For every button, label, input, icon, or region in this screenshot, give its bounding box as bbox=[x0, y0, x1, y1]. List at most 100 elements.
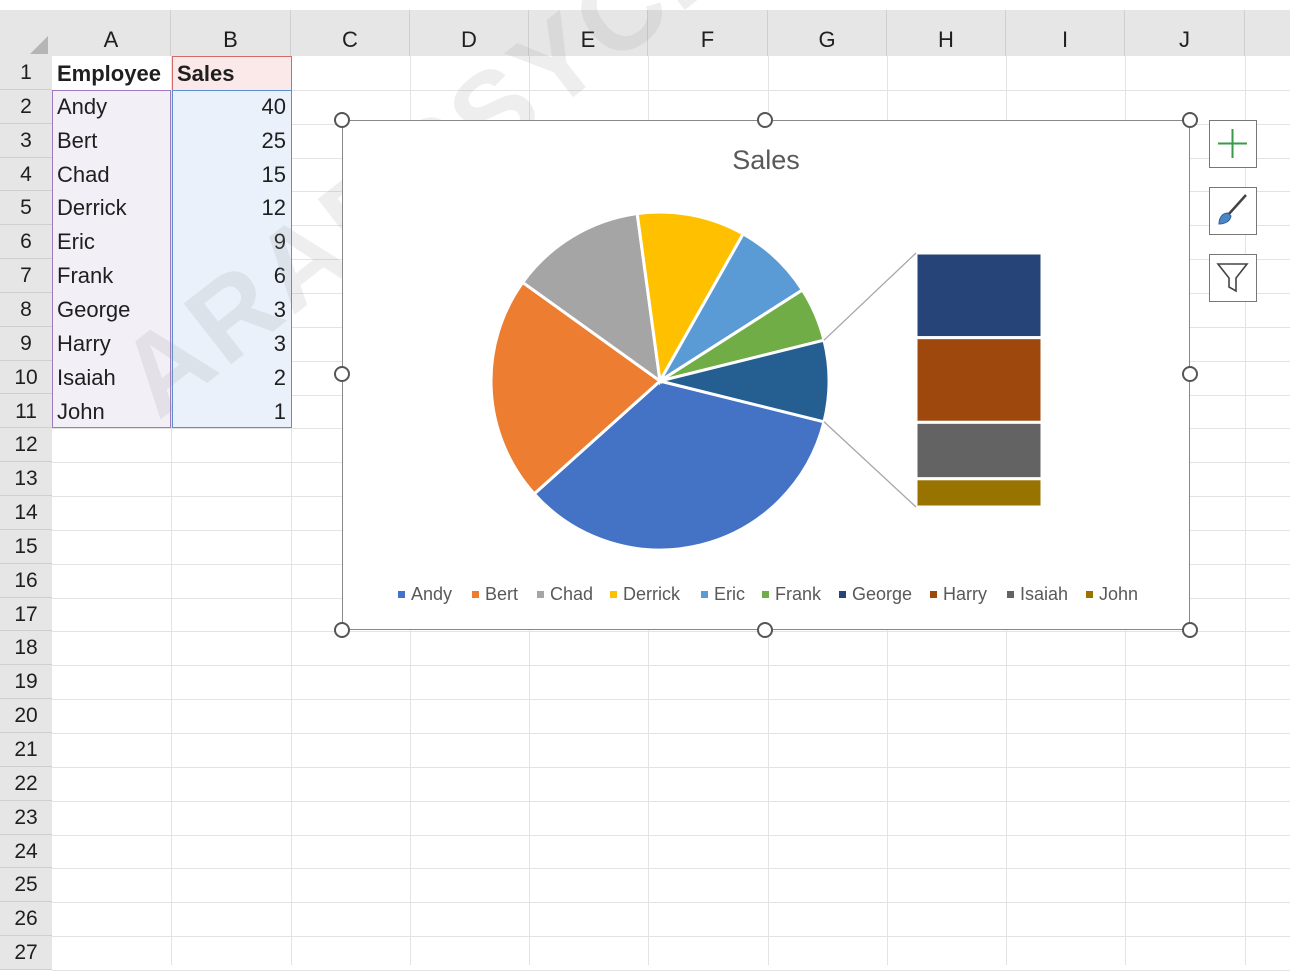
cell-employee[interactable]: Eric bbox=[57, 225, 169, 259]
select-all-triangle-icon bbox=[30, 36, 48, 54]
legend-entry-bert[interactable]: Bert bbox=[472, 584, 518, 605]
bar-segment-george[interactable] bbox=[914, 251, 1044, 340]
cell-sales[interactable]: 15 bbox=[174, 158, 286, 192]
row-gridline bbox=[52, 936, 1290, 938]
row-gridline bbox=[52, 665, 1290, 667]
legend-swatch bbox=[1086, 591, 1093, 598]
legend-entry-frank[interactable]: Frank bbox=[762, 584, 821, 605]
row-gridline bbox=[52, 766, 1290, 768]
legend-swatch bbox=[762, 591, 769, 598]
row-header-15[interactable]: 15 bbox=[0, 529, 52, 564]
legend-entry-chad[interactable]: Chad bbox=[537, 584, 593, 605]
legend-entry-harry[interactable]: Harry bbox=[930, 584, 987, 605]
chart-filters-button[interactable] bbox=[1209, 254, 1257, 302]
row-header-23[interactable]: 23 bbox=[0, 800, 52, 835]
cell-a1[interactable]: Employee bbox=[57, 57, 169, 91]
resize-handle-top-right[interactable] bbox=[1182, 112, 1198, 128]
chart-elements-button[interactable] bbox=[1209, 120, 1257, 168]
chart-title[interactable]: Sales bbox=[732, 145, 800, 175]
resize-handle-middle-right[interactable] bbox=[1182, 366, 1198, 382]
cell-employee[interactable]: Frank bbox=[57, 259, 169, 293]
secondary-bar-plot[interactable] bbox=[914, 251, 1044, 509]
row-header-8[interactable]: 8 bbox=[0, 292, 52, 327]
row-header-3[interactable]: 3 bbox=[0, 123, 52, 158]
column-header-i[interactable]: I bbox=[1006, 10, 1125, 56]
chart-area[interactable]: Sales bbox=[342, 120, 1190, 630]
resize-handle-bottom-left[interactable] bbox=[334, 622, 350, 638]
row-header-22[interactable]: 22 bbox=[0, 766, 52, 801]
row-gridline bbox=[52, 800, 1290, 802]
legend-swatch bbox=[472, 591, 479, 598]
bar-segment-isaiah[interactable] bbox=[914, 420, 1044, 481]
legend-entry-eric[interactable]: Eric bbox=[701, 584, 745, 605]
legend-entry-george[interactable]: George bbox=[839, 584, 912, 605]
paintbrush-icon bbox=[1218, 194, 1247, 225]
row-header-12[interactable]: 12 bbox=[0, 428, 52, 463]
bar-segment-harry[interactable] bbox=[914, 336, 1044, 424]
row-header-26[interactable]: 26 bbox=[0, 902, 52, 937]
funnel-icon bbox=[1216, 263, 1249, 293]
row-header-10[interactable]: 10 bbox=[0, 360, 52, 395]
resize-handle-top-center[interactable] bbox=[757, 112, 773, 128]
column-header-h[interactable]: H bbox=[887, 10, 1006, 56]
cell-sales[interactable]: 25 bbox=[174, 124, 286, 158]
legend-label: John bbox=[1099, 584, 1139, 604]
resize-handle-top-left[interactable] bbox=[334, 112, 350, 128]
row-header-1[interactable]: 1 bbox=[0, 56, 52, 90]
select-all-corner[interactable] bbox=[0, 10, 52, 56]
cell-b1[interactable]: Sales bbox=[177, 57, 287, 91]
cell-employee[interactable]: Bert bbox=[57, 124, 169, 158]
row-header-18[interactable]: 18 bbox=[0, 631, 52, 666]
row-header-20[interactable]: 20 bbox=[0, 699, 52, 733]
row-header-11[interactable]: 11 bbox=[0, 394, 52, 429]
column-header-c[interactable]: C bbox=[291, 10, 410, 56]
row-header-7[interactable]: 7 bbox=[0, 259, 52, 293]
row-header-24[interactable]: 24 bbox=[0, 834, 52, 869]
row-header-19[interactable]: 19 bbox=[0, 665, 52, 700]
row-header-9[interactable]: 9 bbox=[0, 326, 52, 361]
legend-entry-derrick[interactable]: Derrick bbox=[610, 584, 680, 605]
legend-entry-isaiah[interactable]: Isaiah bbox=[1007, 584, 1068, 605]
legend-swatch bbox=[1007, 591, 1014, 598]
column-header-a[interactable]: A bbox=[52, 10, 171, 56]
resize-handle-bottom-center[interactable] bbox=[757, 622, 773, 638]
cell-employee[interactable]: Derrick bbox=[57, 191, 169, 225]
resize-handle-bottom-right[interactable] bbox=[1182, 622, 1198, 638]
legend-label: Frank bbox=[775, 584, 822, 604]
cell-employee[interactable]: Andy bbox=[57, 90, 169, 124]
row-header-25[interactable]: 25 bbox=[0, 868, 52, 903]
row-header-16[interactable]: 16 bbox=[0, 563, 52, 598]
cell-sales[interactable]: 40 bbox=[174, 90, 286, 124]
row-gridline bbox=[52, 868, 1290, 870]
row-header-21[interactable]: 21 bbox=[0, 733, 52, 767]
column-header-j[interactable]: J bbox=[1125, 10, 1245, 56]
legend-entry-john[interactable]: John bbox=[1086, 584, 1138, 605]
row-gridline bbox=[52, 834, 1290, 836]
legend-label: George bbox=[852, 584, 913, 604]
row-gridline bbox=[52, 733, 1290, 734]
spreadsheet: ABCDEFGHIJ 1 2 3 4 5 6 7 8 9 10 11 12 13 14 15 16 17 18 19… bbox=[0, 0, 1290, 971]
cell-employee[interactable]: Chad bbox=[57, 158, 169, 192]
legend-label: Isaiah bbox=[1020, 584, 1069, 604]
legend-label: Derrick bbox=[623, 584, 680, 604]
column-header-g[interactable]: G bbox=[768, 10, 887, 56]
legend-label: Andy bbox=[411, 584, 453, 604]
legend-label: Eric bbox=[714, 584, 745, 604]
row-header-17[interactable]: 17 bbox=[0, 597, 52, 632]
legend-entry-andy[interactable]: Andy bbox=[398, 584, 452, 605]
chart-styles-button[interactable] bbox=[1209, 187, 1257, 235]
bar-segment-john[interactable] bbox=[914, 477, 1044, 509]
chart-canvas: Sales bbox=[489, 145, 1044, 552]
row-header-14[interactable]: 14 bbox=[0, 496, 52, 530]
resize-handle-middle-left[interactable] bbox=[334, 366, 350, 382]
row-header-2[interactable]: 2 bbox=[0, 89, 52, 124]
column-header-b[interactable]: B bbox=[171, 10, 291, 56]
row-header-4[interactable]: 4 bbox=[0, 157, 52, 192]
legend-swatch bbox=[537, 591, 544, 598]
row-header-5[interactable]: 5 bbox=[0, 191, 52, 226]
row-header-6[interactable]: 6 bbox=[0, 225, 52, 260]
row-header-13[interactable]: 13 bbox=[0, 462, 52, 497]
legend-swatch bbox=[398, 591, 405, 598]
pie-plot[interactable] bbox=[489, 210, 831, 552]
legend-swatch bbox=[701, 591, 708, 598]
